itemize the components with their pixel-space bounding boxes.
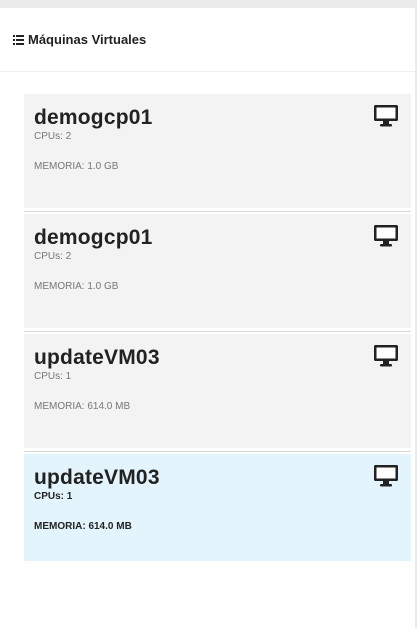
- vm-cpus: CPUs: 2: [34, 251, 72, 262]
- list-icon: [13, 34, 24, 45]
- vm-card[interactable]: updateVM03 CPUs: 1 MEMORIA: 614.0 MB: [24, 334, 411, 452]
- card-divider: [24, 211, 411, 212]
- card-divider: [24, 331, 411, 332]
- panel-title: Máquinas Virtuales: [28, 32, 147, 47]
- panel-header: Máquinas Virtuales: [0, 8, 415, 72]
- desktop-icon: [374, 105, 398, 127]
- vm-memory: MEMORIA: 1.0 GB: [34, 161, 119, 172]
- vm-name: demogcp01: [34, 226, 153, 249]
- desktop-icon: [374, 465, 398, 487]
- vm-card[interactable]: demogcp01 CPUs: 2 MEMORIA: 1.0 GB: [24, 94, 411, 212]
- vm-memory: MEMORIA: 614.0 MB: [34, 401, 131, 412]
- card-divider: [24, 451, 411, 452]
- vm-cpus: CPUs: 1: [34, 371, 72, 382]
- vm-cpus: CPUs: 2: [34, 131, 72, 142]
- vm-name: updateVM03: [34, 466, 160, 489]
- vm-name: updateVM03: [34, 346, 160, 369]
- vm-memory: MEMORIA: 1.0 GB: [34, 281, 119, 292]
- vm-card[interactable]: demogcp01 CPUs: 2 MEMORIA: 1.0 GB: [24, 214, 411, 332]
- desktop-icon: [374, 345, 398, 367]
- desktop-icon: [374, 225, 398, 247]
- vm-panel: Máquinas Virtuales demogcp01 CPUs: 2 MEM…: [0, 0, 417, 628]
- vm-memory: MEMORIA: 614.0 MB: [34, 521, 132, 532]
- vm-list: demogcp01 CPUs: 2 MEMORIA: 1.0 GB demogc…: [24, 94, 411, 567]
- vm-card-selected[interactable]: updateVM03 CPUs: 1 MEMORIA: 614.0 MB: [24, 454, 411, 561]
- vm-name: demogcp01: [34, 106, 153, 129]
- vm-cpus: CPUs: 1: [34, 491, 73, 502]
